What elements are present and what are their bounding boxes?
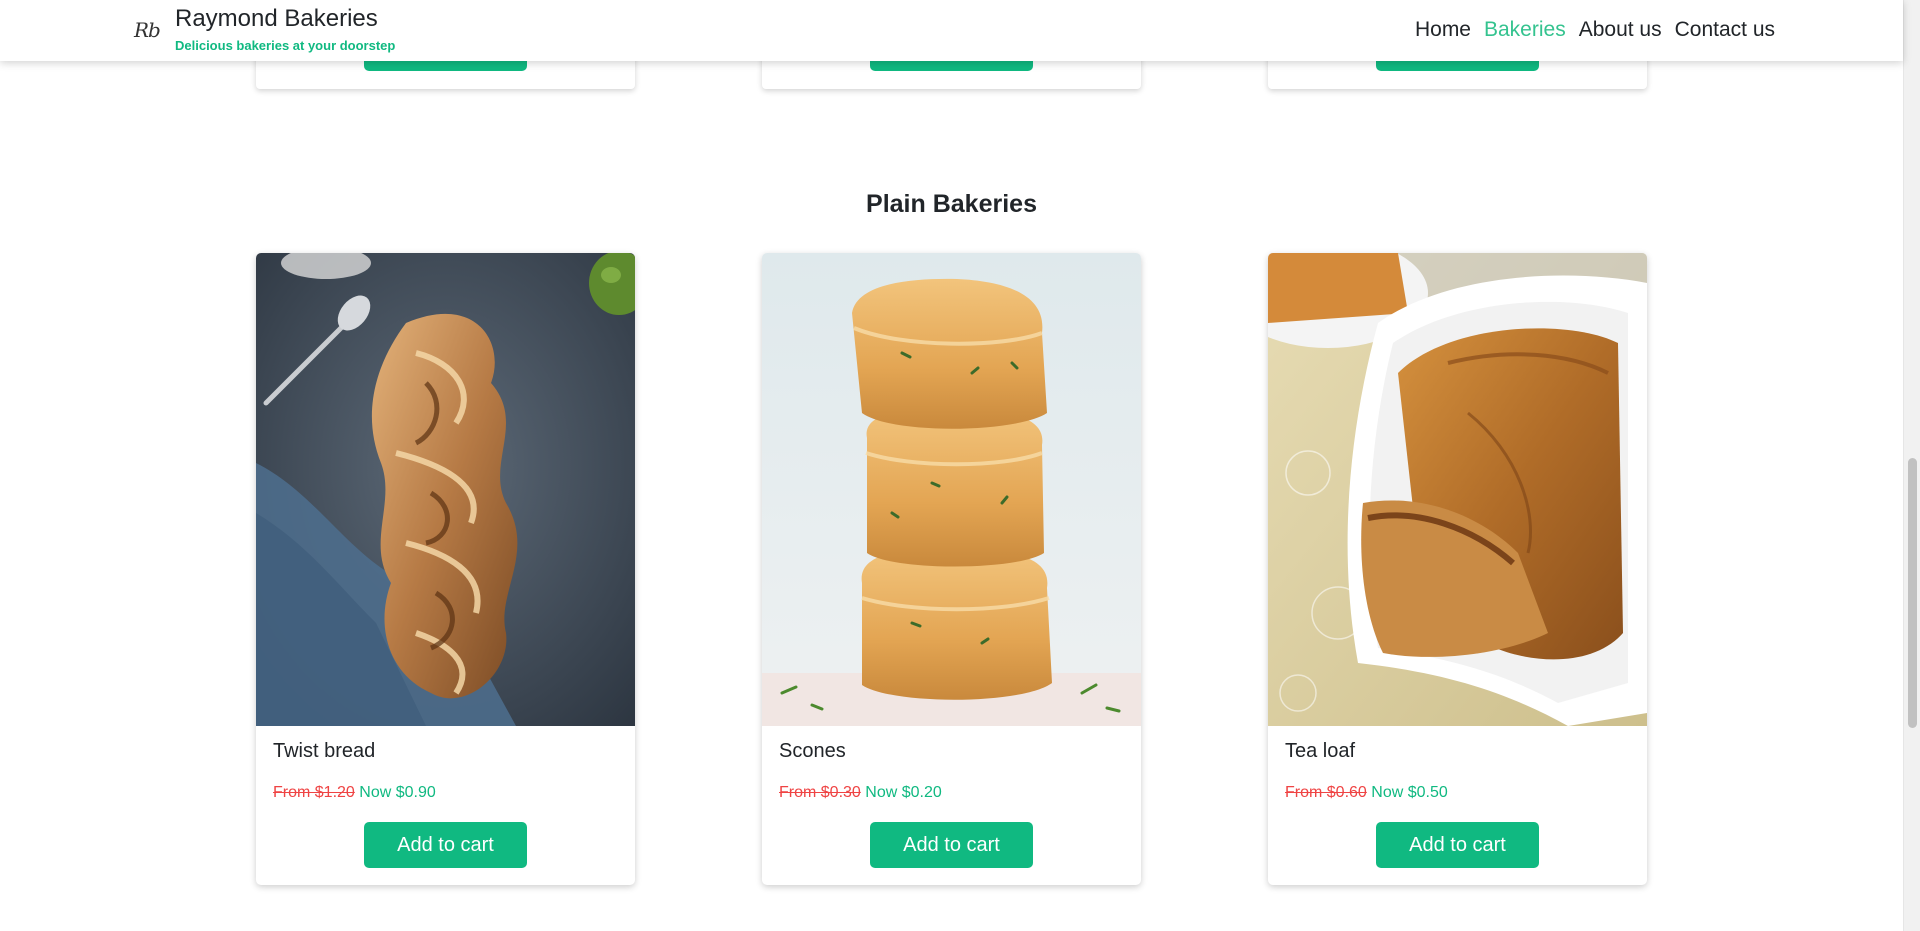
nav-link-bakeries[interactable]: Bakeries (1484, 18, 1566, 42)
nav-link-contact[interactable]: Contact us (1675, 18, 1775, 42)
navbar: Rb Raymond Bakeries Delicious bakeries a… (0, 0, 1903, 61)
brand-logo[interactable]: Rb (134, 18, 161, 42)
add-to-cart-button[interactable]: Add to cart (1376, 822, 1539, 868)
nav-link-home[interactable]: Home (1415, 18, 1471, 42)
new-price: Now $0.50 (1371, 784, 1448, 801)
new-price: Now $0.90 (359, 784, 436, 801)
old-price: From $0.60 (1285, 784, 1367, 801)
product-card-tea-loaf: Tea loaf From $0.60 Now $0.50 Add to car… (1268, 253, 1647, 885)
price-info: From $0.60 Now $0.50 (1285, 784, 1448, 802)
product-title: Scones (779, 740, 846, 762)
nav-link-about[interactable]: About us (1579, 18, 1662, 42)
brand-tagline: Delicious bakeries at your doorstep (175, 38, 396, 53)
product-title: Twist bread (273, 740, 376, 762)
scrollbar-thumb[interactable] (1908, 458, 1917, 728)
nav-menu: Home Bakeries About us Contact us (1415, 18, 1775, 42)
add-to-cart-button[interactable]: Add to cart (364, 822, 527, 868)
page-scrollbar[interactable] (1903, 0, 1920, 931)
add-to-cart-button[interactable]: Add to cart (870, 822, 1033, 868)
twist-bread-image (256, 253, 635, 726)
product-title: Tea loaf (1285, 740, 1356, 762)
section-title: Plain Bakeries (866, 190, 1037, 218)
page: Rb Raymond Bakeries Delicious bakeries a… (0, 0, 1920, 931)
tea-loaf-image (1268, 253, 1647, 726)
price-info: From $1.20 Now $0.90 (273, 784, 436, 802)
old-price: From $1.20 (273, 784, 355, 801)
product-card-scones: Scones From $0.30 Now $0.20 Add to cart (762, 253, 1141, 885)
scones-image (762, 253, 1141, 726)
old-price: From $0.30 (779, 784, 861, 801)
product-card-twist-bread: Twist bread From $1.20 Now $0.90 Add to … (256, 253, 635, 885)
brand-name[interactable]: Raymond Bakeries (175, 5, 378, 33)
price-info: From $0.30 Now $0.20 (779, 784, 942, 802)
new-price: Now $0.20 (865, 784, 942, 801)
